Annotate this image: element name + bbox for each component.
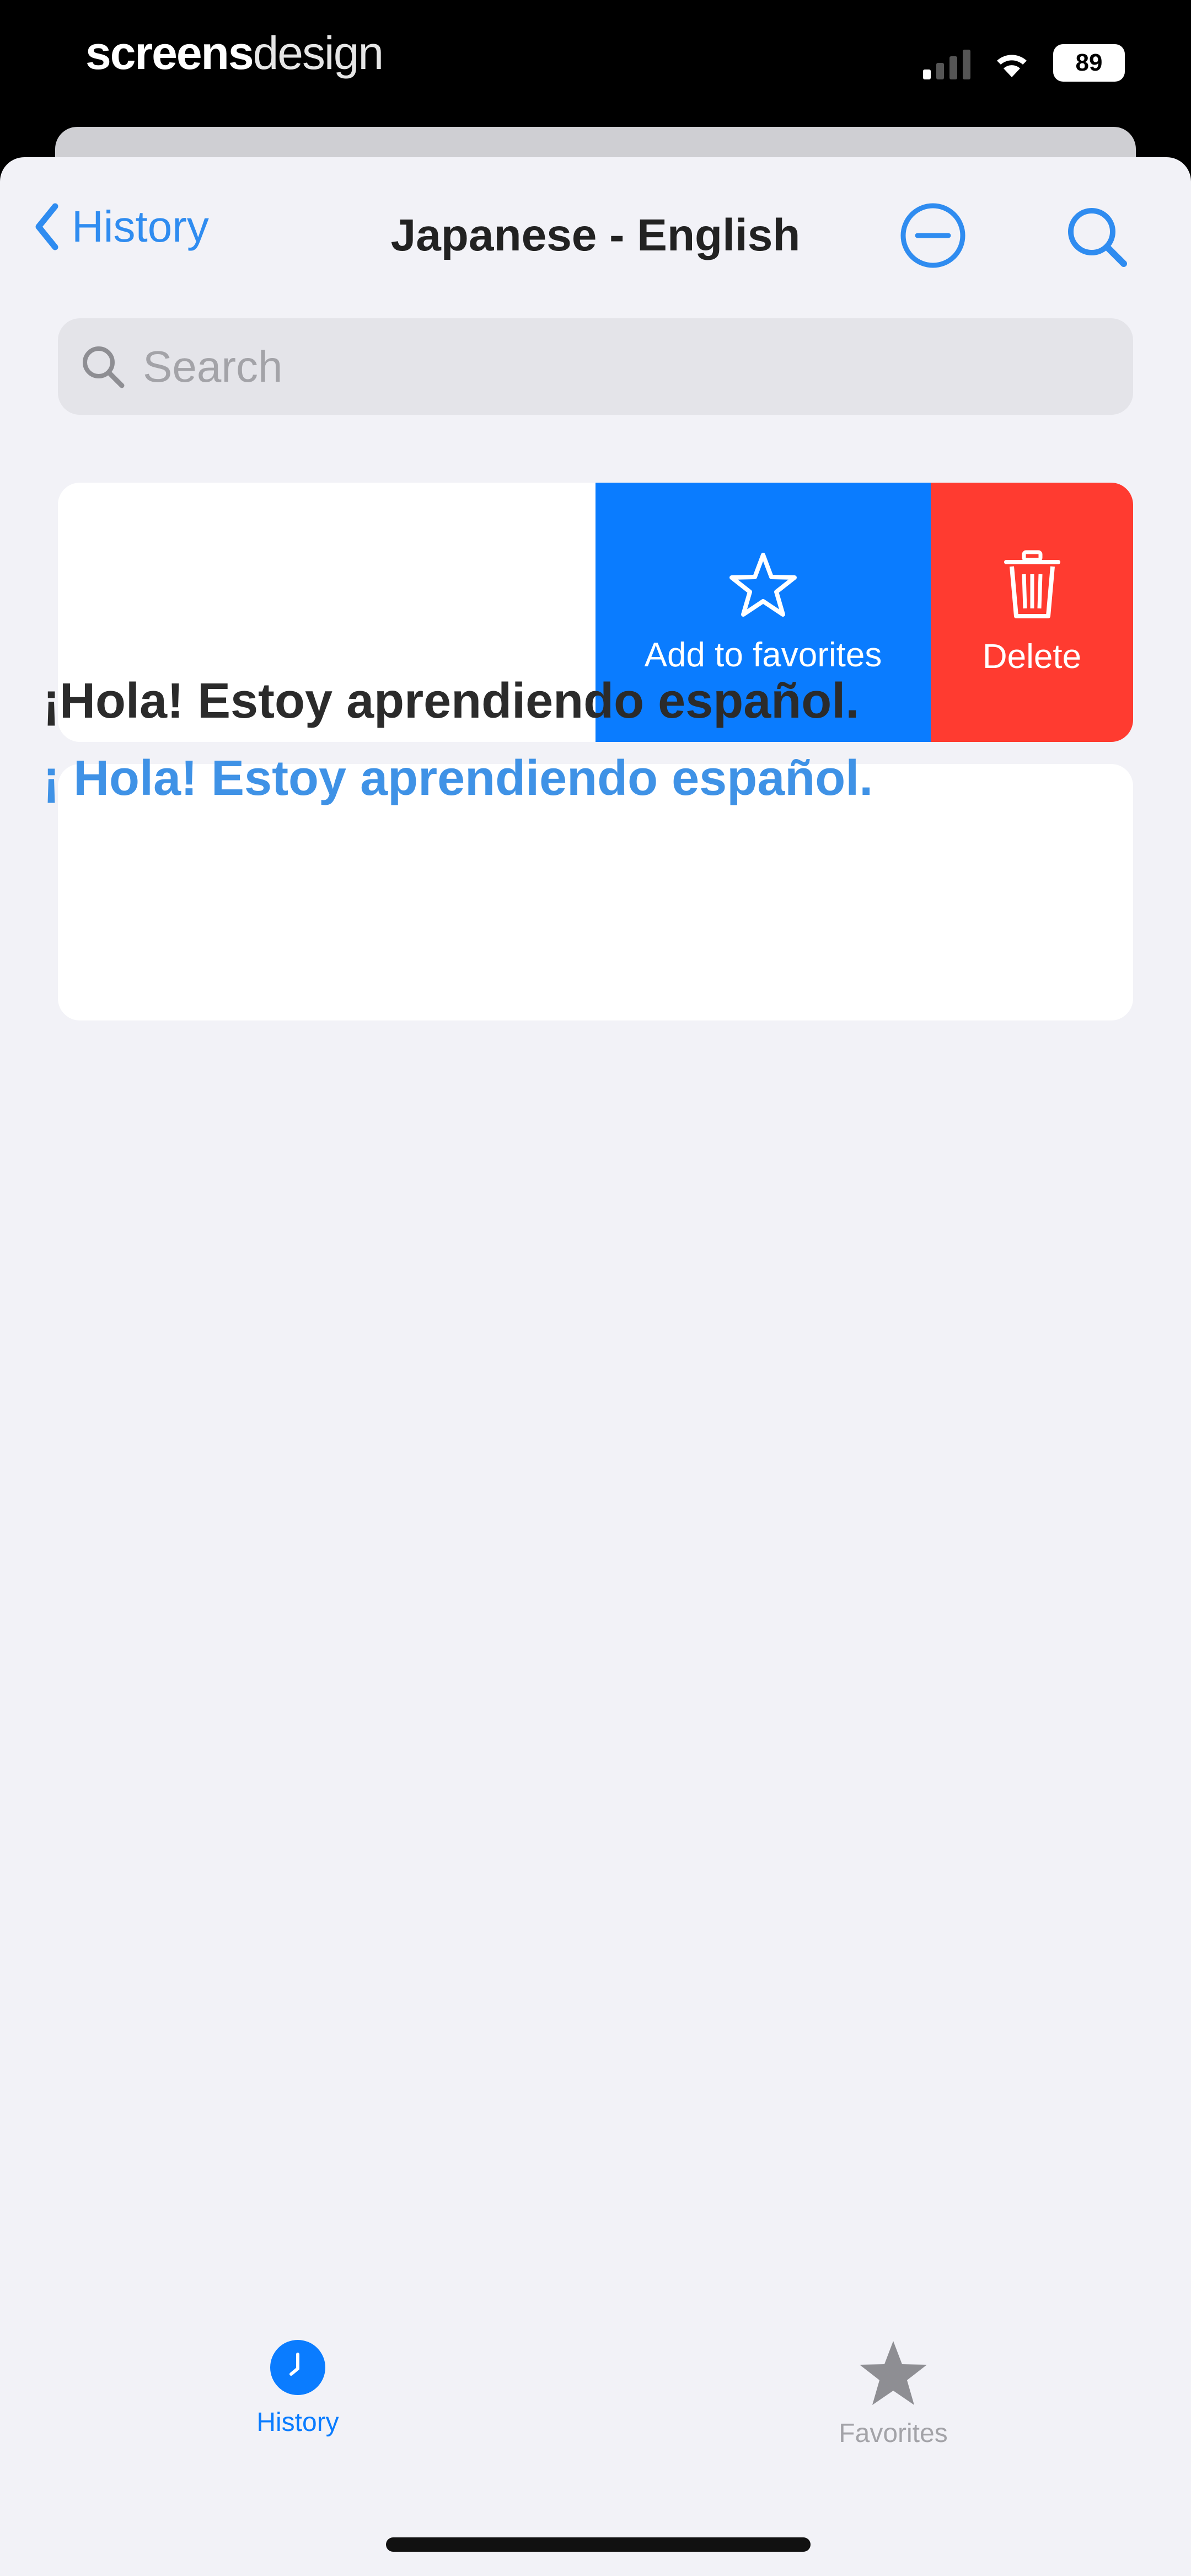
navigation-bar: History Japanese - English — [0, 190, 1191, 268]
star-icon — [860, 2341, 927, 2405]
history-sheet: History Japanese - English Search Add to… — [0, 157, 1191, 2576]
entry-source-text: ¡Hola! Estoy aprendiendo español. — [43, 674, 860, 729]
more-options-button[interactable] — [899, 201, 967, 272]
search-input[interactable] — [142, 340, 1081, 393]
search-button[interactable] — [1064, 204, 1129, 272]
delete-label: Delete — [982, 637, 1082, 676]
chevron-left-icon — [35, 203, 58, 250]
trash-icon — [1004, 550, 1060, 618]
delete-button[interactable]: Delete — [931, 483, 1133, 742]
clock-icon — [270, 2340, 325, 2395]
tab-history-label: History — [256, 2408, 339, 2437]
wifi-icon — [997, 55, 1027, 77]
back-button-label: History — [72, 202, 209, 251]
home-indicator — [386, 2537, 811, 2552]
entry-translation-text: ¡ Hola! Estoy aprendiendo español. — [43, 751, 873, 806]
status-bar: screensdesign 89 — [0, 0, 1191, 132]
add-to-favorites-label: Add to favorites — [644, 635, 882, 674]
tab-favorites[interactable]: Favorites — [728, 2339, 1059, 2449]
brand-watermark: screensdesign — [85, 26, 384, 80]
minus-circle-icon — [900, 203, 965, 268]
tab-bar: History Favorites — [0, 2339, 1191, 2504]
search-icon — [1068, 208, 1127, 267]
cellular-signal-icon — [923, 46, 970, 79]
search-icon — [83, 346, 125, 388]
back-button[interactable]: History — [33, 201, 209, 252]
tab-history[interactable]: History — [132, 2339, 463, 2438]
search-bar — [58, 318, 1133, 415]
star-outline-icon — [729, 552, 797, 617]
brand-watermark-bold: screens — [85, 27, 254, 79]
brand-watermark-light: design — [253, 27, 384, 79]
battery-icon: 89 — [1053, 44, 1125, 82]
status-icons: 89 — [923, 44, 1125, 82]
tab-favorites-label: Favorites — [839, 2419, 948, 2448]
